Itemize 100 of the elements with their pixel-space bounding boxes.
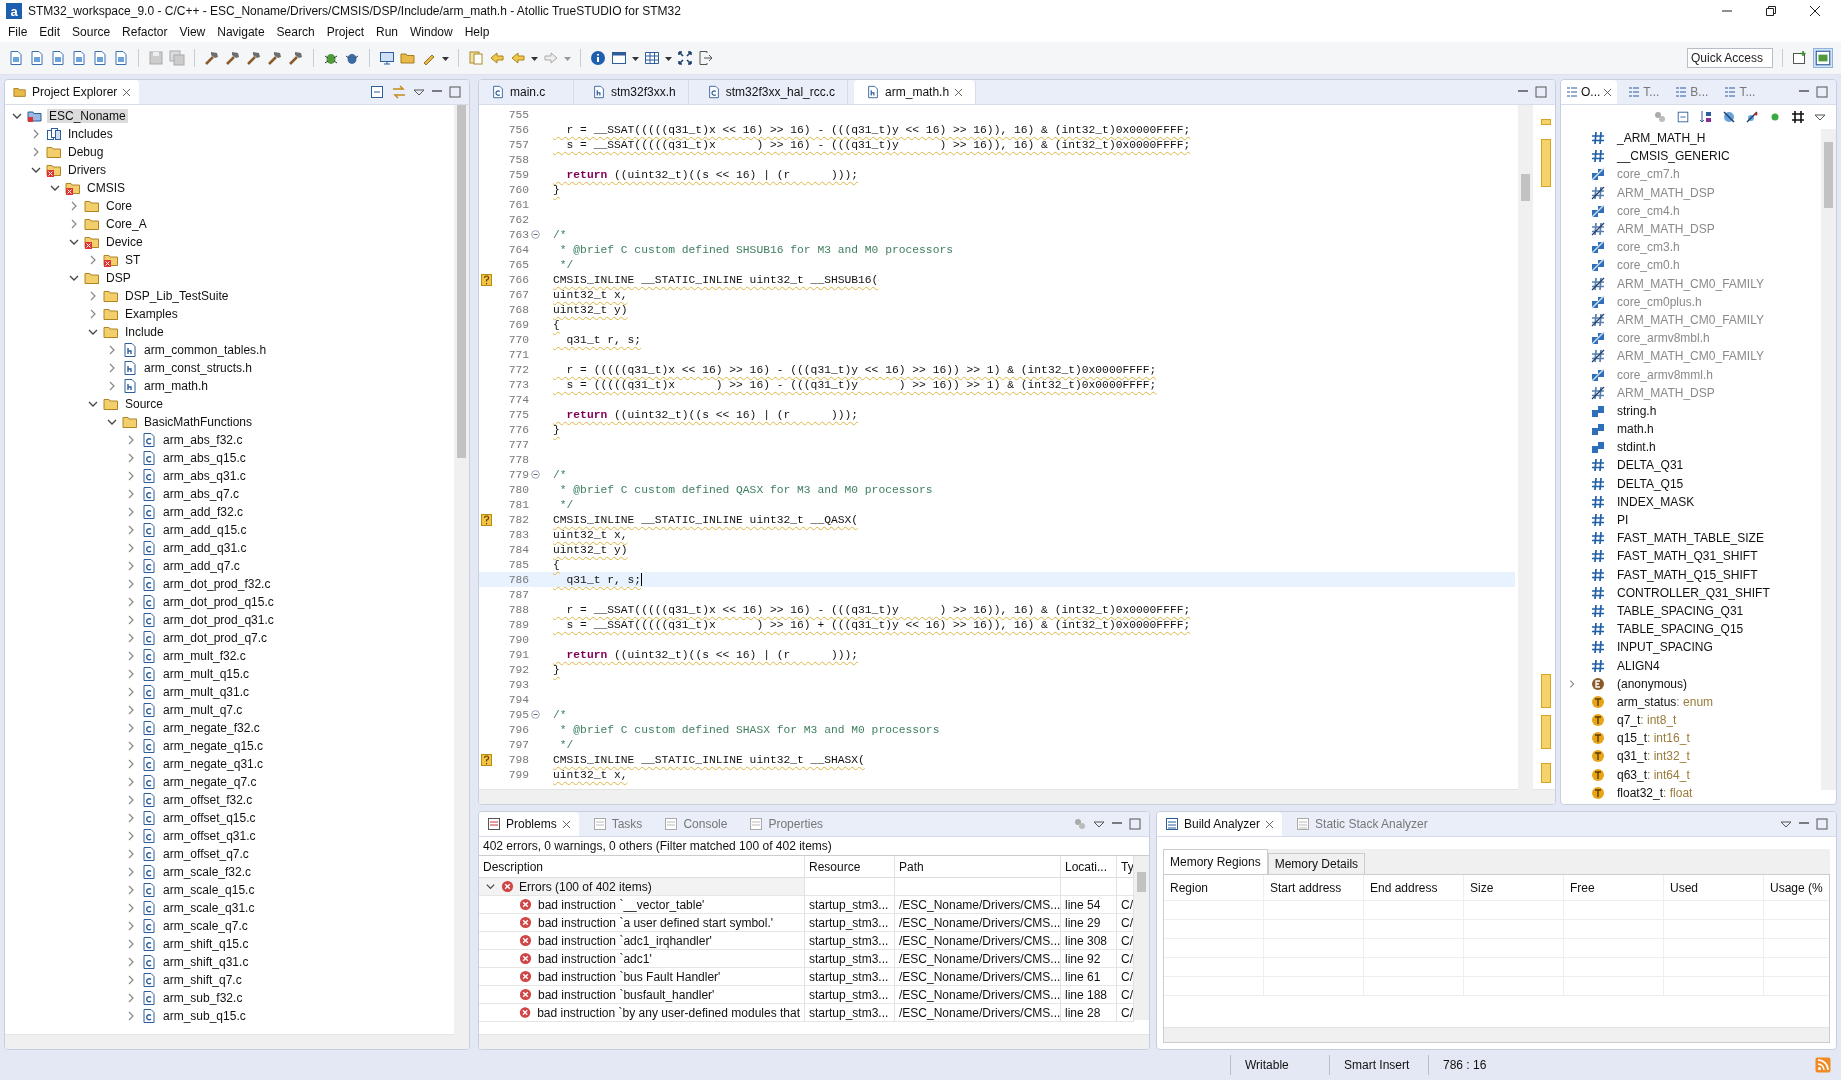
tree-item[interactable]: arm_scale_q7.c bbox=[161, 919, 250, 933]
outline-item[interactable]: float32_t: float bbox=[1617, 785, 1693, 800]
table-cell[interactable]: bad instruction `__vector_table' bbox=[538, 897, 705, 912]
menu-item[interactable]: Project bbox=[320, 25, 370, 39]
editor-tab[interactable]: arm_math.h bbox=[854, 80, 977, 104]
tree-item[interactable]: Device bbox=[104, 235, 145, 249]
tree-item[interactable]: Core bbox=[104, 199, 134, 213]
tree-item[interactable]: ESC_Noname bbox=[47, 109, 128, 123]
view-tab[interactable]: B... bbox=[1670, 80, 1714, 104]
tree-item[interactable]: arm_dot_prod_q7.c bbox=[161, 631, 270, 645]
tree-item[interactable]: CMSIS bbox=[85, 181, 127, 195]
column-header[interactable]: Free bbox=[1564, 875, 1664, 901]
tree-item[interactable]: arm_abs_q31.c bbox=[161, 469, 248, 483]
tree-item[interactable]: arm_add_q15.c bbox=[161, 523, 249, 537]
new-document-icon[interactable] bbox=[92, 50, 108, 66]
sort-icon[interactable] bbox=[1699, 110, 1713, 124]
tree-item[interactable]: arm_mult_q31.c bbox=[161, 685, 252, 699]
collapse-all-icon[interactable] bbox=[1676, 110, 1690, 124]
tree-item[interactable]: Source bbox=[123, 397, 166, 411]
new-document-icon[interactable] bbox=[50, 50, 66, 66]
link-icon[interactable] bbox=[391, 84, 407, 100]
column-header[interactable]: Resource bbox=[805, 856, 895, 878]
menu-item[interactable]: Window bbox=[404, 25, 459, 39]
filter-icon[interactable] bbox=[1653, 110, 1667, 124]
table-cell[interactable]: bad instruction `adc1' bbox=[538, 951, 652, 966]
warning-mark[interactable] bbox=[1541, 673, 1551, 708]
column-header[interactable]: Region bbox=[1164, 875, 1264, 901]
outline-item[interactable]: CONTROLLER_Q31_SHIFT bbox=[1617, 585, 1770, 600]
tree-item[interactable]: arm_shift_q7.c bbox=[161, 973, 244, 987]
view-tab[interactable]: Tasks bbox=[584, 812, 651, 836]
hammer-icon[interactable] bbox=[225, 50, 241, 66]
tree-item[interactable]: arm_add_q7.c bbox=[161, 559, 242, 573]
tree-item[interactable]: ST bbox=[123, 253, 143, 267]
menu-item[interactable]: File bbox=[2, 25, 34, 39]
expand-icon[interactable] bbox=[677, 50, 693, 66]
tree-item[interactable]: arm_shift_q15.c bbox=[161, 937, 251, 951]
feed-icon[interactable] bbox=[1815, 1057, 1831, 1073]
column-header[interactable]: Locati... bbox=[1061, 856, 1117, 878]
table-cell[interactable]: bad instruction `a user defined start symbol.' bbox=[538, 915, 774, 930]
new-document-icon[interactable] bbox=[71, 50, 87, 66]
menu-item[interactable]: Edit bbox=[33, 25, 67, 39]
tree-item[interactable]: Drivers bbox=[66, 163, 108, 177]
outline-item[interactable]: q15_t: int16_t bbox=[1617, 731, 1690, 746]
view-tab[interactable]: Console bbox=[656, 812, 736, 836]
outline-item[interactable]: __CMSIS_GENERIC bbox=[1617, 149, 1730, 164]
menu-item[interactable]: Help bbox=[458, 25, 496, 39]
column-header[interactable]: Usage (% bbox=[1764, 875, 1829, 901]
arrow-left-icon[interactable] bbox=[510, 50, 526, 66]
outline-item[interactable]: INDEX_MASK bbox=[1617, 494, 1695, 509]
quick-access-field[interactable]: Quick Access bbox=[1687, 48, 1773, 68]
tree-item[interactable]: arm_negate_q15.c bbox=[161, 739, 266, 753]
tree-item[interactable]: arm_abs_q7.c bbox=[161, 487, 242, 501]
outline-item[interactable]: FAST_MATH_Q15_SHIFT bbox=[1617, 567, 1758, 582]
hammer-icon[interactable] bbox=[288, 50, 304, 66]
info-icon[interactable] bbox=[590, 50, 606, 66]
menu-item[interactable]: Source bbox=[66, 25, 117, 39]
outline-item[interactable]: INPUT_SPACING bbox=[1617, 640, 1713, 655]
restore-icon[interactable] bbox=[1765, 5, 1777, 17]
tree-item[interactable]: Includes bbox=[66, 127, 115, 141]
tree-item[interactable]: Core_A bbox=[104, 217, 149, 231]
tree-item[interactable]: arm_scale_f32.c bbox=[161, 865, 254, 879]
menu-item[interactable]: Run bbox=[370, 25, 404, 39]
outline-item[interactable]: q63_t: int64_t bbox=[1617, 767, 1690, 782]
warning-mark[interactable] bbox=[1541, 714, 1551, 749]
tree-item[interactable]: arm_shift_q31.c bbox=[161, 955, 251, 969]
tree-item[interactable]: arm_scale_q31.c bbox=[161, 901, 257, 915]
tree-item[interactable]: arm_math.h bbox=[142, 379, 211, 393]
outline-item[interactable]: FAST_MATH_TABLE_SIZE bbox=[1617, 531, 1764, 546]
outline-item[interactable]: TABLE_SPACING_Q15 bbox=[1617, 622, 1744, 637]
table-cell[interactable]: bad instruction `busfault_handler' bbox=[538, 987, 715, 1002]
maximize-icon[interactable] bbox=[1816, 816, 1828, 832]
exit-icon[interactable] bbox=[698, 50, 714, 66]
fold-icon[interactable] bbox=[531, 230, 540, 239]
tree-item[interactable]: arm_negate_f32.c bbox=[161, 721, 262, 735]
outline-item[interactable]: TABLE_SPACING_Q31 bbox=[1617, 603, 1744, 618]
tree-item[interactable]: Debug bbox=[66, 145, 106, 159]
editor-tab[interactable]: stm32f3xx_hal_rcc.c bbox=[694, 80, 849, 104]
horizontal-scrollbar[interactable] bbox=[479, 1034, 1149, 1049]
horizontal-scrollbar[interactable] bbox=[1164, 1027, 1829, 1042]
warning-mark[interactable] bbox=[1541, 762, 1551, 784]
menu-item[interactable]: View bbox=[173, 25, 212, 39]
outline-item[interactable]: q31_t: int32_t bbox=[1617, 749, 1690, 764]
hide-static-icon[interactable] bbox=[1745, 110, 1759, 124]
window-icon[interactable] bbox=[611, 50, 627, 66]
tree-item[interactable]: arm_offset_q31.c bbox=[161, 829, 258, 843]
table-cell[interactable]: bad instruction `adc1_irqhandler' bbox=[538, 933, 712, 948]
tree-item[interactable]: arm_add_f32.c bbox=[161, 505, 246, 519]
column-header[interactable]: Used bbox=[1664, 875, 1764, 901]
outline-item[interactable]: PI bbox=[1617, 513, 1629, 528]
tree-item[interactable]: arm_add_q31.c bbox=[161, 541, 249, 555]
maximize-icon[interactable] bbox=[1129, 816, 1141, 832]
tree-item[interactable]: arm_abs_f32.c bbox=[161, 433, 245, 447]
tree-item[interactable]: DSP_Lib_TestSuite bbox=[123, 289, 231, 303]
menu-item[interactable]: Refactor bbox=[116, 25, 174, 39]
hide-fields-icon[interactable] bbox=[1722, 110, 1736, 124]
view-tab[interactable]: O... bbox=[1561, 80, 1618, 104]
grid-icon[interactable] bbox=[644, 50, 660, 66]
hash-icon[interactable] bbox=[1791, 110, 1805, 124]
table-cell[interactable]: bad instruction `bus Fault Handler' bbox=[538, 969, 721, 984]
tree-item[interactable]: arm_offset_f32.c bbox=[161, 793, 255, 807]
